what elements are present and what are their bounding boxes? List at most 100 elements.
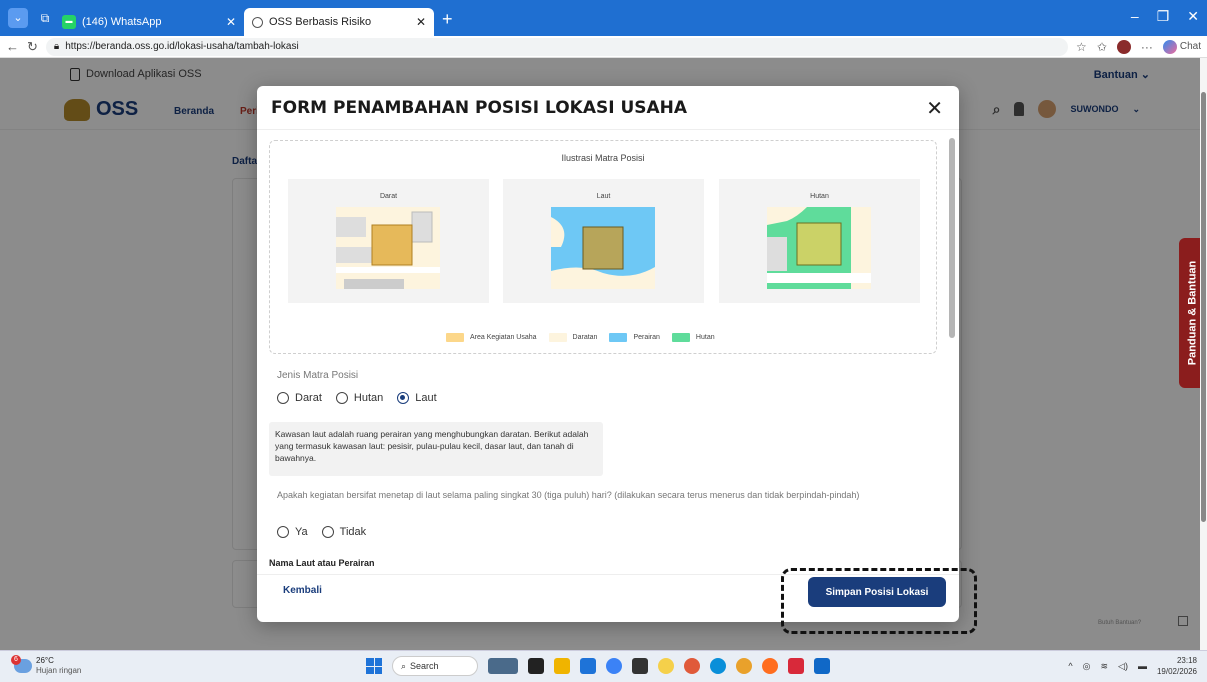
url-text: https://beranda.oss.go.id/lokasi-usaha/t… <box>65 41 299 52</box>
illustration-box: Ilustrasi Matra Posisi Darat Laut Hutan … <box>269 140 937 354</box>
more-icon[interactable]: ··· <box>1141 40 1153 54</box>
radio-circle[interactable] <box>277 526 289 538</box>
app-icon[interactable] <box>658 658 674 674</box>
radio-label: Ya <box>295 526 308 538</box>
tab-whatsapp[interactable]: ▬ (146) WhatsApp ✕ <box>54 8 244 36</box>
tab-close-icon[interactable]: ✕ <box>416 15 426 29</box>
modal-scrollbar[interactable] <box>949 130 955 574</box>
radio-label: Tidak <box>339 526 367 538</box>
oss-favicon-icon <box>252 16 263 28</box>
date: 19/02/2026 <box>1156 667 1197 676</box>
restore-icon[interactable]: ❐ <box>1157 8 1170 25</box>
modal-scrollbar-thumb[interactable] <box>949 138 955 338</box>
side-tab-label: Panduan & Bantuan <box>1186 260 1199 366</box>
hutan-illustration <box>767 207 871 289</box>
close-icon[interactable]: ✕ <box>926 96 943 121</box>
terminal-icon[interactable] <box>632 658 648 674</box>
tab-actions-icon[interactable]: ⧉ <box>36 9 54 27</box>
taskbar-search[interactable]: ⌕ Search <box>392 656 478 676</box>
add-location-modal: FORM PENAMBAHAN POSISI LOKASI USAHA ✕ Il… <box>257 86 959 622</box>
weather-badge: 6 <box>11 655 21 665</box>
panel-hutan: Hutan <box>719 179 920 303</box>
network-icon[interactable]: ◎ <box>1083 661 1091 672</box>
security-icon[interactable] <box>606 658 622 674</box>
radio-laut[interactable]: Laut <box>397 392 437 404</box>
tab-oss[interactable]: OSS Berbasis Risiko ✕ <box>244 8 434 36</box>
address-bar-row: ← ↻ 🔒︎ https://beranda.oss.go.id/lokasi-… <box>0 36 1207 58</box>
chat-label: Chat <box>1179 41 1201 52</box>
radio-ya[interactable]: Ya <box>277 526 308 538</box>
favorite-star-icon[interactable]: ☆ <box>1076 40 1087 54</box>
favorites-icon[interactable]: ✩ <box>1097 40 1107 54</box>
browser-tab-bar: ⌄ ⧉ ▬ (146) WhatsApp ✕ OSS Berbasis Risi… <box>0 0 1207 36</box>
app-icon[interactable] <box>684 658 700 674</box>
radio-label: Laut <box>415 392 437 404</box>
url-field[interactable]: 🔒︎ https://beranda.oss.go.id/lokasi-usah… <box>45 37 1069 56</box>
nama-laut-label: Nama Laut atau Perairan <box>269 558 375 568</box>
radio-circle-selected[interactable] <box>397 392 410 404</box>
darat-illustration <box>336 207 440 289</box>
panel-darat: Darat <box>288 179 489 303</box>
edge-icon[interactable] <box>710 658 726 674</box>
illustration-title: Ilustrasi Matra Posisi <box>561 153 645 163</box>
radio-hutan[interactable]: Hutan <box>335 392 383 404</box>
page-scrollbar-thumb[interactable] <box>1201 92 1206 522</box>
modal-header: FORM PENAMBAHAN POSISI LOKASI USAHA ✕ <box>257 86 959 130</box>
laut-illustration <box>551 207 655 289</box>
menetap-radio-group: Ya Tidak <box>277 526 366 538</box>
system-tray: ^ ◎ ≋ ◁) ▬ 23:18 19/02/2026 <box>1068 655 1197 677</box>
tab-title: (146) WhatsApp <box>82 16 162 28</box>
new-tab-button[interactable]: + <box>442 9 453 30</box>
firefox-icon[interactable] <box>762 658 778 674</box>
legend-label: Hutan <box>695 334 715 341</box>
volume-icon[interactable]: ◁) <box>1118 661 1128 672</box>
taskbar-apps: ⌕ Search <box>366 656 830 676</box>
profile-avatar-icon[interactable] <box>1116 39 1131 54</box>
legend-label: Area Kegiatan Usaha <box>470 334 537 341</box>
wifi-icon[interactable]: ≋ <box>1100 661 1108 672</box>
copilot-chat-button[interactable]: Chat <box>1162 39 1201 54</box>
windows-start-icon[interactable] <box>366 658 382 674</box>
laut-info-box: Kawasan laut adalah ruang perairan yang … <box>269 422 603 476</box>
task-view-icon[interactable] <box>528 658 544 674</box>
weather-widget[interactable]: 6 26°C Hujan ringan <box>11 655 81 676</box>
file-explorer-icon[interactable] <box>554 658 570 674</box>
legend-swatch <box>446 333 464 342</box>
kembali-button[interactable]: Kembali <box>283 585 322 596</box>
clock[interactable]: 23:18 19/02/2026 <box>1157 655 1197 677</box>
radio-darat[interactable]: Darat <box>277 392 322 404</box>
legend-swatch <box>671 333 690 342</box>
legend-swatch <box>548 333 567 342</box>
radio-circle[interactable] <box>335 392 348 404</box>
legend-item: Daratan <box>548 333 597 342</box>
jenis-matra-radio-group: Darat Hutan Laut <box>277 392 437 404</box>
widgets-icon[interactable] <box>488 658 518 674</box>
time: 23:18 <box>1176 656 1197 665</box>
search-label: Search <box>410 661 439 671</box>
radio-circle[interactable] <box>277 392 289 404</box>
battery-icon[interactable]: ▬ <box>1138 661 1147 671</box>
profile-menu-icon[interactable]: ⌄ <box>8 8 28 28</box>
legend-swatch <box>609 333 628 342</box>
window-close-icon[interactable]: ✕ <box>1187 8 1199 25</box>
store-icon[interactable] <box>580 658 596 674</box>
chrome-icon[interactable] <box>736 658 752 674</box>
chevron-up-icon[interactable]: ^ <box>1068 661 1072 671</box>
whatsapp-favicon-icon: ▬ <box>62 15 76 29</box>
app-icon[interactable] <box>788 658 804 674</box>
panel-label: Laut <box>596 193 611 200</box>
page-scrollbar[interactable] <box>1200 58 1207 650</box>
search-icon: ⌕ <box>401 660 407 671</box>
tab-close-icon[interactable]: ✕ <box>226 15 236 29</box>
panel-label: Hutan <box>810 193 829 200</box>
radio-circle[interactable] <box>321 526 334 538</box>
outlook-icon[interactable] <box>814 658 830 674</box>
weather-cloud-icon: 6 <box>11 655 32 673</box>
legend-item: Area Kegiatan Usaha <box>446 333 537 342</box>
radio-tidak[interactable]: Tidak <box>321 526 367 538</box>
refresh-icon[interactable]: ↻ <box>27 39 38 55</box>
minimize-icon[interactable]: – <box>1131 8 1139 25</box>
tab-title: OSS Berbasis Risiko <box>269 16 372 28</box>
modal-title: FORM PENAMBAHAN POSISI LOKASI USAHA <box>271 98 688 118</box>
back-icon[interactable]: ← <box>6 39 19 54</box>
